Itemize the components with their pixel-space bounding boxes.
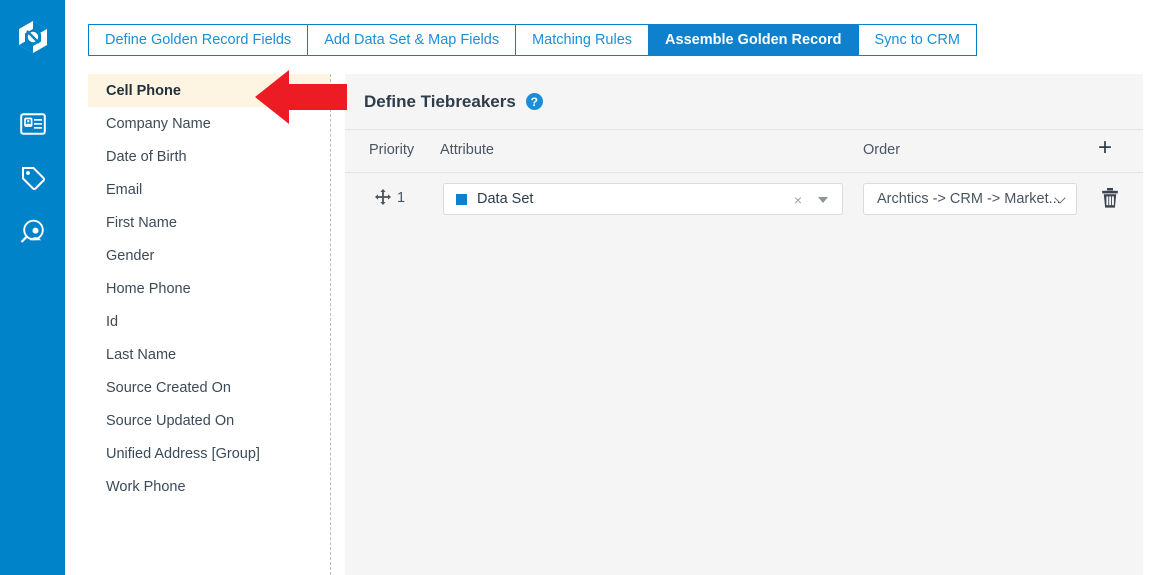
tag-icon (20, 165, 46, 196)
tab-label: Add Data Set & Map Fields (324, 31, 500, 48)
sidebar-item-tags[interactable] (13, 160, 53, 200)
tab-add-data-set-map-fields[interactable]: Add Data Set & Map Fields (307, 24, 516, 56)
color-swatch-icon (456, 193, 467, 205)
clear-icon[interactable]: × (794, 192, 802, 208)
page-title: Define Tiebreakers (364, 91, 516, 111)
list-item-label: Last Name (106, 346, 177, 363)
wizard-tabs: Define Golden Record Fields Add Data Set… (88, 24, 977, 56)
column-header-order: Order (863, 142, 901, 158)
list-item-company-name[interactable]: Company Name (88, 107, 331, 140)
list-item-work-phone[interactable]: Work Phone (88, 470, 331, 503)
list-item-label: Unified Address [Group] (106, 445, 260, 462)
move-handle-icon[interactable] (375, 189, 391, 205)
list-item-label: Id (106, 313, 119, 330)
app-root: Define Golden Record Fields Add Data Set… (0, 0, 1168, 575)
tab-assemble-golden-record[interactable]: Assemble Golden Record (648, 24, 858, 56)
tab-label: Define Golden Record Fields (105, 31, 292, 48)
cube-logo-icon (12, 16, 54, 58)
tab-label: Matching Rules (532, 31, 633, 48)
order-select-value: Archtics -> CRM -> Market... (877, 191, 1061, 207)
list-item-home-phone[interactable]: Home Phone (88, 272, 331, 305)
list-item-label: Home Phone (106, 280, 191, 297)
tab-label: Assemble Golden Record (665, 31, 842, 48)
tab-define-golden-record-fields[interactable]: Define Golden Record Fields (88, 24, 308, 56)
chevron-down-icon[interactable] (818, 197, 828, 203)
app-rail (0, 0, 65, 575)
sidebar-item-person-search[interactable] (13, 214, 53, 254)
attribute-list: Cell Phone Company Name Date of Birth Em… (88, 74, 331, 575)
order-select[interactable]: Archtics -> CRM -> Market... (863, 183, 1077, 215)
panel-header: Define Tiebreakers ? (345, 74, 1143, 130)
list-item-email[interactable]: Email (88, 173, 331, 206)
tab-sync-to-crm[interactable]: Sync to CRM (857, 24, 977, 56)
delete-tiebreaker-button[interactable] (1100, 187, 1120, 209)
attribute-select[interactable]: Data Set × (443, 183, 843, 215)
list-item-label: Cell Phone (106, 82, 181, 99)
list-item-label: Source Updated On (106, 412, 235, 429)
list-item-source-created-on[interactable]: Source Created On (88, 371, 331, 404)
list-item-label: Company Name (106, 115, 211, 132)
table-row: 1 Data Set × Archtics -> CRM -> Market..… (345, 173, 1143, 225)
list-item-cell-phone[interactable]: Cell Phone (88, 74, 331, 107)
list-item-date-of-birth[interactable]: Date of Birth (88, 140, 331, 173)
list-item-gender[interactable]: Gender (88, 239, 331, 272)
list-item-label: Email (106, 181, 143, 198)
vertical-divider (330, 74, 331, 575)
person-search-icon (19, 218, 46, 250)
list-item-unified-address-group[interactable]: Unified Address [Group] (88, 437, 331, 470)
list-item-label: Date of Birth (106, 148, 187, 165)
list-item-label: Gender (106, 247, 155, 264)
tiebreakers-panel: Define Tiebreakers ? Priority Attribute … (345, 74, 1143, 575)
list-item-first-name[interactable]: First Name (88, 206, 331, 239)
table-header-row: Priority Attribute Order + (345, 130, 1143, 173)
list-item-label: Source Created On (106, 379, 231, 396)
column-header-attribute: Attribute (440, 142, 494, 158)
list-item-last-name[interactable]: Last Name (88, 338, 331, 371)
list-item-id[interactable]: Id (88, 305, 331, 338)
attribute-select-value: Data Set (477, 191, 534, 207)
column-header-priority: Priority (369, 142, 415, 158)
help-icon[interactable]: ? (525, 93, 543, 110)
tab-matching-rules[interactable]: Matching Rules (515, 24, 649, 56)
id-card-icon (19, 112, 46, 140)
list-item-label: First Name (106, 214, 177, 231)
priority-value: 1 (397, 190, 406, 206)
add-tiebreaker-button[interactable]: + (1092, 135, 1118, 161)
tab-label: Sync to CRM (874, 31, 960, 48)
sidebar-item-contacts[interactable] (13, 106, 53, 146)
list-item-label: Work Phone (106, 478, 186, 495)
list-item-source-updated-on[interactable]: Source Updated On (88, 404, 331, 437)
